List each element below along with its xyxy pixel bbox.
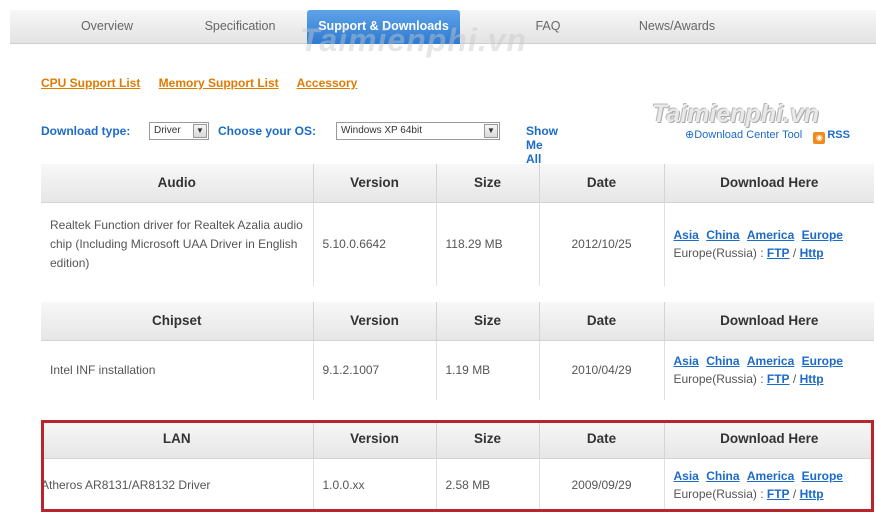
- china-link[interactable]: China: [706, 228, 739, 242]
- audio-table: Audio Version Size Date Download Here Re…: [41, 164, 874, 286]
- support-sublinks: CPU Support List Memory Support List Acc…: [41, 76, 372, 90]
- chevron-down-icon[interactable]: ▼: [193, 124, 207, 138]
- table-row: Realtek Function driver for Realtek Azal…: [41, 202, 874, 286]
- memory-support-list-link[interactable]: Memory Support List: [159, 76, 279, 90]
- europe-link[interactable]: Europe: [802, 228, 843, 242]
- table-row: Intel INF installation 9.1.2.1007 1.19 M…: [41, 340, 874, 400]
- download-center-tool-link[interactable]: ⊕Download Center Tool: [685, 129, 802, 141]
- date-header: Date: [539, 302, 665, 341]
- ftp-link[interactable]: FTP: [767, 246, 790, 260]
- download-header: Download Here: [664, 164, 874, 203]
- link-separator: /: [792, 372, 797, 387]
- download-links: Asia China America Europe Europe(Russia)…: [664, 202, 874, 286]
- download-header: Download Here: [664, 420, 874, 459]
- china-link[interactable]: China: [706, 354, 739, 368]
- driver-date: 2009/09/29: [539, 458, 665, 512]
- ftp-link[interactable]: FTP: [767, 487, 790, 501]
- version-header: Version: [313, 164, 437, 203]
- europe-link[interactable]: Europe: [802, 469, 843, 483]
- category-header: Chipset: [41, 302, 314, 341]
- table-header-row: Audio Version Size Date Download Here: [41, 164, 874, 203]
- tab-overview[interactable]: Overview: [62, 10, 152, 44]
- size-header: Size: [436, 302, 540, 341]
- driver-date: 2010/04/29: [539, 340, 665, 400]
- download-type-select[interactable]: Driver ▼: [149, 122, 209, 140]
- download-type-label: Download type:: [41, 124, 131, 138]
- lan-table: LAN Version Size Date Download Here Athe…: [41, 420, 874, 512]
- tab-specification[interactable]: Specification: [185, 10, 295, 44]
- http-link[interactable]: Http: [800, 487, 824, 501]
- driver-name: Realtek Function driver for Realtek Azal…: [41, 202, 314, 286]
- brand-logo: Taimienphi.vn: [652, 100, 820, 128]
- rss-icon[interactable]: ◉: [813, 132, 826, 144]
- chevron-down-icon[interactable]: ▼: [484, 124, 498, 138]
- http-link[interactable]: Http: [800, 246, 824, 260]
- asia-link[interactable]: Asia: [674, 228, 699, 242]
- asia-link[interactable]: Asia: [674, 354, 699, 368]
- download-links: Asia China America Europe Europe(Russia)…: [664, 458, 874, 512]
- link-separator: /: [792, 487, 797, 502]
- driver-date: 2012/10/25: [539, 202, 665, 286]
- driver-version: 9.1.2.1007: [313, 340, 437, 400]
- driver-name: Atheros AR8131/AR8132 Driver: [41, 458, 314, 512]
- size-header: Size: [436, 164, 540, 203]
- driver-size: 1.19 MB: [436, 340, 540, 400]
- driver-size: 118.29 MB: [436, 202, 540, 286]
- america-link[interactable]: America: [747, 354, 794, 368]
- tab-news-awards[interactable]: News/Awards: [622, 10, 732, 44]
- driver-name: Intel INF installation: [41, 340, 314, 400]
- watermark: Taimienphi.vn: [300, 22, 527, 58]
- download-links: Asia China America Europe Europe(Russia)…: [664, 340, 874, 400]
- europe-russia-label: Europe(Russia) :: [673, 372, 764, 387]
- ftp-link[interactable]: FTP: [767, 372, 790, 386]
- america-link[interactable]: America: [747, 469, 794, 483]
- driver-size: 2.58 MB: [436, 458, 540, 512]
- europe-russia-label: Europe(Russia) :: [673, 487, 764, 502]
- size-header: Size: [436, 420, 540, 459]
- date-header: Date: [539, 164, 665, 203]
- category-header: LAN: [41, 420, 314, 459]
- os-value: Windows XP 64bit: [341, 125, 422, 136]
- table-header-row: Chipset Version Size Date Download Here: [41, 302, 874, 341]
- version-header: Version: [313, 302, 437, 341]
- europe-russia-label: Europe(Russia) :: [673, 246, 764, 261]
- category-header: Audio: [41, 164, 314, 203]
- europe-link[interactable]: Europe: [802, 354, 843, 368]
- table-row: Atheros AR8131/AR8132 Driver 1.0.0.xx 2.…: [41, 458, 874, 512]
- version-header: Version: [313, 420, 437, 459]
- tab-faq[interactable]: FAQ: [520, 10, 576, 44]
- table-header-row: LAN Version Size Date Download Here: [41, 420, 874, 459]
- america-link[interactable]: America: [747, 228, 794, 242]
- rss-link[interactable]: RSS: [827, 129, 850, 141]
- download-type-value: Driver: [154, 125, 181, 136]
- accessory-link[interactable]: Accessory: [297, 76, 358, 90]
- date-header: Date: [539, 420, 665, 459]
- chipset-table: Chipset Version Size Date Download Here …: [41, 302, 874, 400]
- download-tools: ⊕Download Center Tool ◉ RSS: [685, 128, 850, 144]
- show-me-all-link[interactable]: Show Me All: [526, 124, 558, 166]
- link-separator: /: [792, 246, 797, 261]
- asia-link[interactable]: Asia: [674, 469, 699, 483]
- os-select[interactable]: Windows XP 64bit ▼: [336, 122, 500, 140]
- driver-version: 5.10.0.6642: [313, 202, 437, 286]
- os-label: Choose your OS:: [218, 124, 317, 138]
- driver-version: 1.0.0.xx: [313, 458, 437, 512]
- http-link[interactable]: Http: [800, 372, 824, 386]
- download-header: Download Here: [664, 302, 874, 341]
- cpu-support-list-link[interactable]: CPU Support List: [41, 76, 140, 90]
- china-link[interactable]: China: [706, 469, 739, 483]
